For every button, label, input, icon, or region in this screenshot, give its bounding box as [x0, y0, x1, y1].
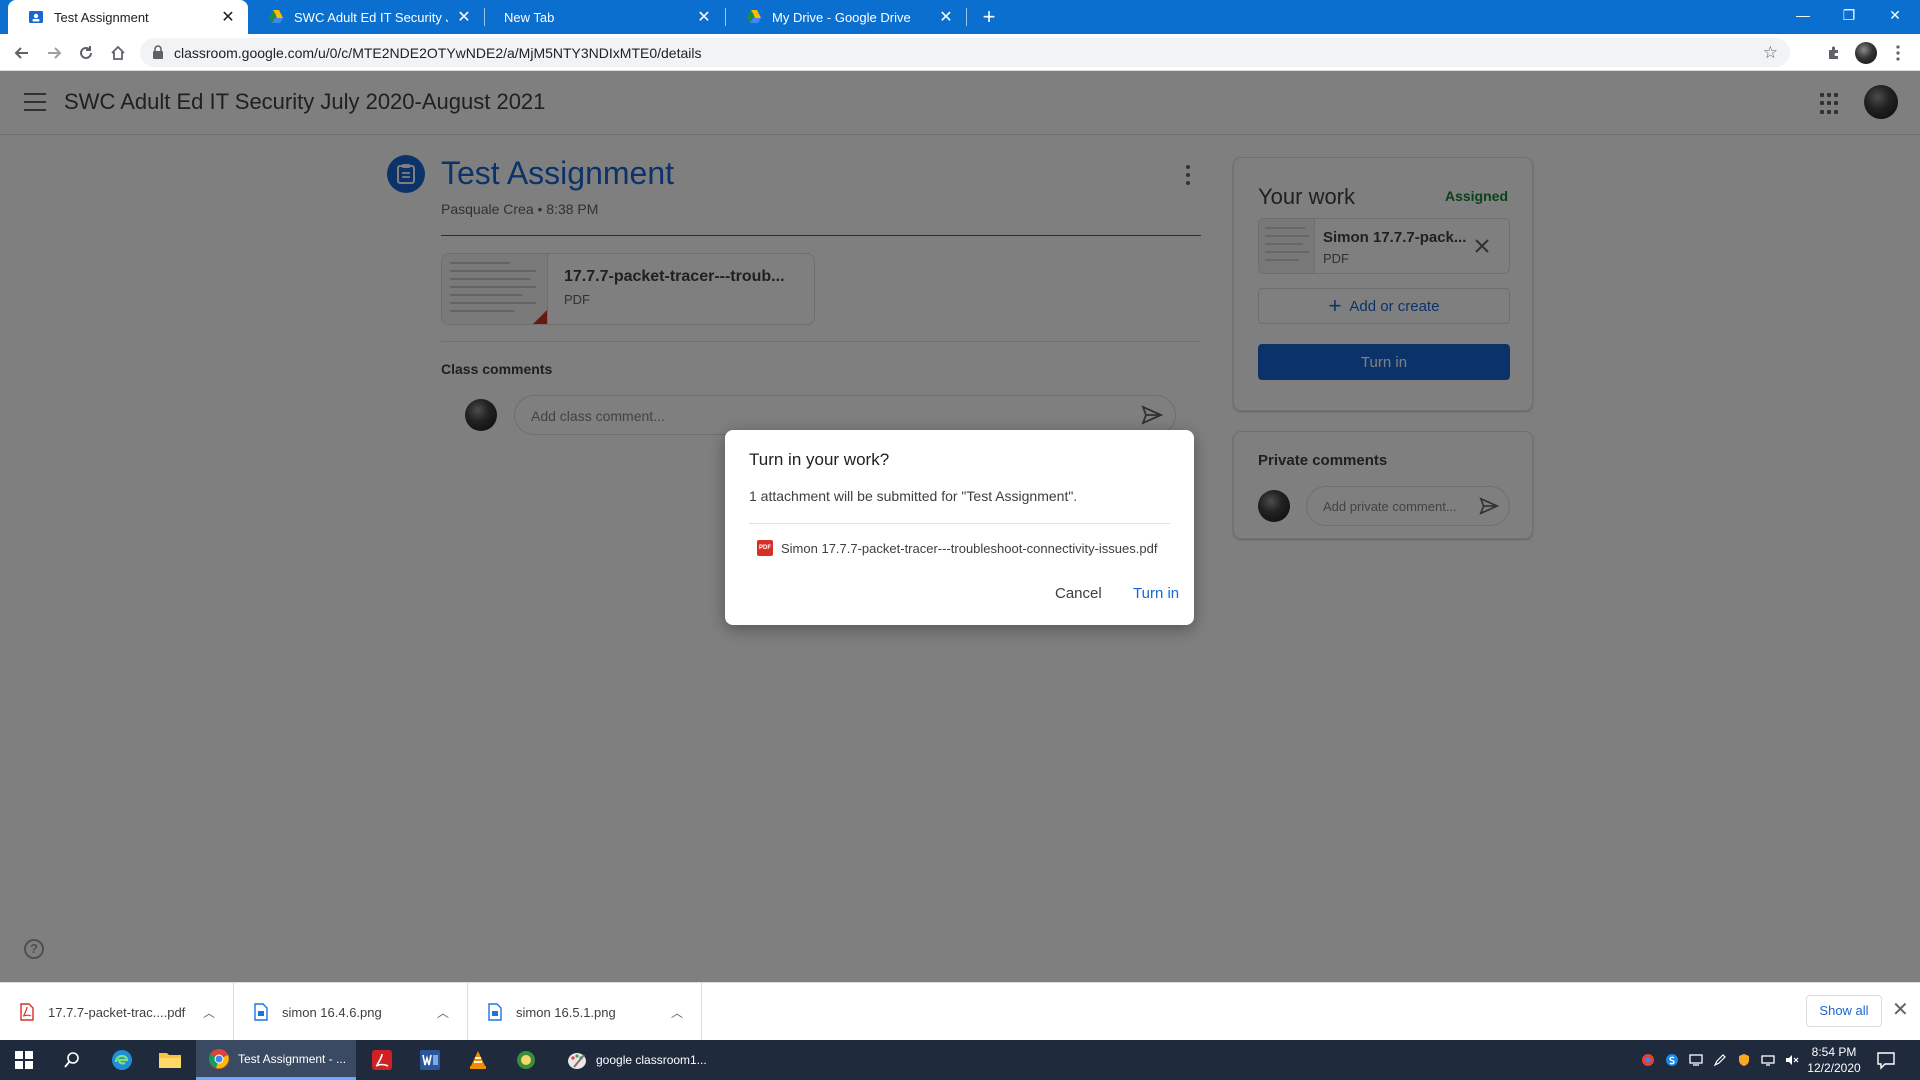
tab-new-tab[interactable]: New Tab ✕ [484, 0, 724, 34]
download-item[interactable]: 17.7.7-packet-trac....pdf ︿ [0, 983, 234, 1041]
close-tab-icon[interactable]: ✕ [696, 7, 712, 27]
taskbar-app-label: google classroom1... [596, 1053, 707, 1067]
image-file-icon [254, 1003, 268, 1021]
tab-test-assignment[interactable]: Test Assignment ✕ [8, 0, 248, 34]
chrome-icon[interactable] [1641, 1053, 1655, 1067]
dialog-title: Turn in your work? [749, 450, 890, 469]
cancel-button[interactable]: Cancel [1055, 585, 1102, 602]
display-icon[interactable] [1689, 1053, 1703, 1067]
windows-taskbar: Test Assignment - ... google classroom1.… [0, 1040, 1920, 1080]
show-all-downloads-button[interactable]: Show all [1806, 995, 1882, 1027]
pdf-icon [20, 1003, 34, 1021]
security-icon[interactable] [1737, 1053, 1751, 1067]
chevron-up-icon[interactable]: ︿ [431, 1004, 455, 1021]
dialog-divider [749, 523, 1170, 524]
app-icon[interactable] [502, 1040, 550, 1080]
download-file-name: 17.7.7-packet-trac....pdf [48, 1004, 186, 1020]
extensions-icon[interactable] [1820, 39, 1848, 67]
vlc-icon[interactable] [454, 1040, 502, 1080]
browser-tab-strip: Test Assignment ✕ SWC Adult Ed IT Securi… [0, 0, 1920, 34]
close-shelf-icon[interactable]: ✕ [1892, 997, 1909, 1022]
back-icon[interactable] [8, 39, 36, 67]
edge-icon[interactable] [98, 1040, 146, 1080]
paint-icon [568, 1053, 586, 1069]
dialog-message: 1 attachment will be submitted for "Test… [749, 488, 1078, 504]
download-file-name: simon 16.5.1.png [516, 1004, 616, 1020]
system-tray [1636, 1040, 1804, 1080]
tab-my-drive[interactable]: My Drive - Google Drive ✕ [726, 0, 966, 34]
new-tab-button[interactable]: + [976, 4, 1002, 30]
reload-icon[interactable] [72, 39, 100, 67]
download-item[interactable]: simon 16.4.6.png ︿ [234, 983, 468, 1041]
confirm-turn-in-button[interactable]: Turn in [1133, 585, 1179, 602]
lock-icon [153, 45, 163, 59]
pen-icon[interactable] [1713, 1053, 1727, 1067]
close-tab-icon[interactable]: ✕ [220, 7, 236, 27]
pdf-icon: PDF [757, 540, 773, 556]
browser-menu-icon[interactable] [1884, 39, 1912, 67]
tab-title: SWC Adult Ed IT Security July 2020-Augus… [294, 9, 448, 25]
acrobat-icon[interactable] [358, 1040, 406, 1080]
tab-title: Test Assignment [54, 9, 149, 25]
taskbar-app-paint[interactable]: google classroom1... [554, 1040, 710, 1080]
chevron-up-icon[interactable]: ︿ [197, 1004, 221, 1021]
close-tab-icon[interactable]: ✕ [938, 7, 954, 27]
word-icon[interactable] [406, 1040, 454, 1080]
tab-swc-class[interactable]: SWC Adult Ed IT Security July 2020-Augus… [248, 0, 484, 34]
address-bar[interactable]: classroom.google.com/u/0/c/MTE2NDE2OTYwN… [140, 38, 1790, 67]
turn-in-dialog: Turn in your work? 1 attachment will be … [725, 430, 1194, 625]
taskbar-app-label: Test Assignment - ... [238, 1051, 347, 1066]
file-explorer-icon[interactable] [146, 1040, 194, 1080]
browser-toolbar: classroom.google.com/u/0/c/MTE2NDE2OTYwN… [0, 34, 1920, 71]
system-clock[interactable]: 8:54 PM 12/2/2020 [1796, 1044, 1872, 1076]
classroom-icon [29, 11, 43, 23]
profile-avatar[interactable] [1852, 39, 1880, 67]
forward-icon[interactable] [40, 39, 68, 67]
search-icon[interactable] [48, 1040, 96, 1080]
close-tab-icon[interactable]: ✕ [456, 7, 472, 27]
download-shelf: 17.7.7-packet-trac....pdf ︿ simon 16.4.6… [0, 982, 1920, 1041]
restore-window-icon[interactable]: ❐ [1826, 0, 1872, 30]
bookmark-star-icon[interactable]: ☆ [1763, 43, 1778, 63]
minimize-window-icon[interactable]: — [1780, 0, 1826, 30]
dialog-file-name: Simon 17.7.7-packet-tracer---troubleshoo… [781, 540, 1158, 556]
taskbar-app-chrome[interactable]: Test Assignment - ... [196, 1040, 356, 1080]
clock-date: 12/2/2020 [1807, 1061, 1861, 1075]
google-drive-icon [747, 10, 761, 23]
chevron-up-icon[interactable]: ︿ [665, 1004, 689, 1021]
tab-title: New Tab [504, 9, 555, 25]
tab-title: My Drive - Google Drive [772, 9, 911, 25]
notification-icon[interactable] [1876, 1050, 1896, 1070]
google-drive-icon [269, 10, 283, 23]
close-window-icon[interactable]: ✕ [1872, 0, 1918, 30]
url-text: classroom.google.com/u/0/c/MTE2NDE2OTYwN… [174, 45, 702, 61]
skype-icon[interactable] [1665, 1053, 1679, 1067]
windows-start-icon[interactable] [0, 1040, 48, 1080]
clock-time: 8:54 PM [1811, 1045, 1857, 1059]
download-item[interactable]: simon 16.5.1.png ︿ [468, 983, 702, 1041]
home-icon[interactable] [104, 39, 132, 67]
dialog-attachment: PDF Simon 17.7.7-packet-tracer---trouble… [757, 540, 1157, 556]
image-file-icon [488, 1003, 502, 1021]
tab-separator [966, 8, 967, 26]
download-file-name: simon 16.4.6.png [282, 1004, 382, 1020]
chrome-icon [208, 1048, 229, 1069]
network-icon[interactable] [1761, 1053, 1775, 1067]
